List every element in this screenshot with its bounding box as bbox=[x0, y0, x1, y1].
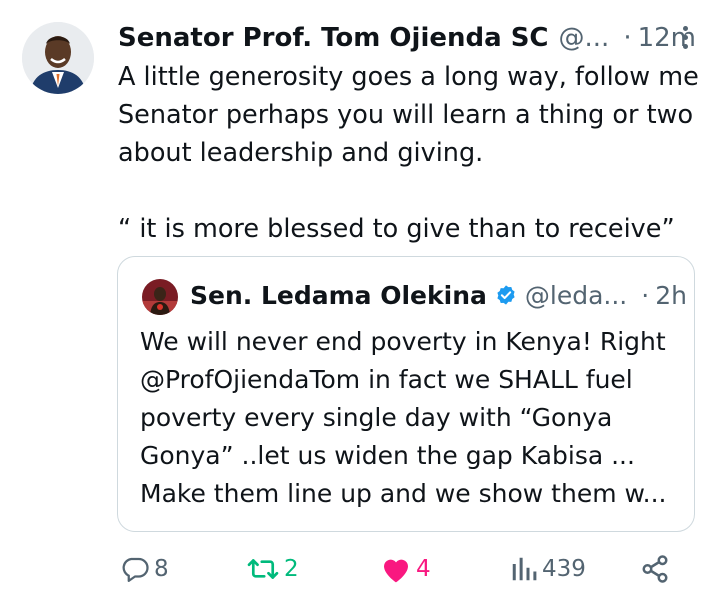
quoted-timestamp[interactable]: 2h bbox=[655, 281, 687, 310]
views-count: 439 bbox=[542, 556, 586, 582]
author-handle[interactable]: @... bbox=[559, 23, 610, 53]
like-count: 4 bbox=[416, 556, 431, 582]
quoted-tweet[interactable]: Sen. Ledama Olekina @leda... · 2h We wil… bbox=[117, 256, 695, 532]
reply-button[interactable]: 8 bbox=[120, 554, 169, 584]
views-button[interactable]: 439 bbox=[510, 554, 586, 584]
more-options-icon[interactable] bbox=[680, 22, 690, 52]
share-button[interactable] bbox=[640, 554, 670, 584]
reply-count: 8 bbox=[154, 556, 169, 582]
repost-button[interactable]: 2 bbox=[246, 554, 299, 584]
action-bar: 8 2 4 439 bbox=[0, 548, 720, 596]
tweet-header: Senator Prof. Tom Ojienda SC @... · 12m bbox=[118, 18, 696, 58]
quoted-tweet-text: We will never end poverty in Kenya! Righ… bbox=[140, 327, 667, 508]
quoted-author-avatar[interactable] bbox=[142, 279, 178, 315]
repost-icon bbox=[247, 559, 279, 579]
reply-icon bbox=[122, 557, 149, 582]
author-avatar[interactable] bbox=[22, 22, 94, 94]
quoted-tweet-header: Sen. Ledama Olekina @leda... · 2h bbox=[190, 275, 687, 315]
tweet-text: A little generosity goes a long way, fol… bbox=[118, 62, 699, 244]
author-name[interactable]: Senator Prof. Tom Ojienda SC bbox=[118, 23, 549, 53]
quoted-author-handle[interactable]: @leda... bbox=[525, 281, 627, 310]
verified-badge-icon bbox=[497, 285, 515, 305]
like-button[interactable]: 4 bbox=[380, 554, 431, 584]
separator-dot: · bbox=[623, 23, 632, 53]
quoted-author-name[interactable]: Sen. Ledama Olekina bbox=[190, 281, 487, 310]
heart-icon bbox=[384, 559, 408, 583]
quoted-separator-dot: · bbox=[641, 280, 650, 310]
views-icon bbox=[512, 557, 537, 581]
tweet[interactable]: Senator Prof. Tom Ojienda SC @... · 12m … bbox=[0, 0, 720, 610]
share-icon bbox=[642, 555, 668, 583]
repost-count: 2 bbox=[284, 556, 299, 582]
